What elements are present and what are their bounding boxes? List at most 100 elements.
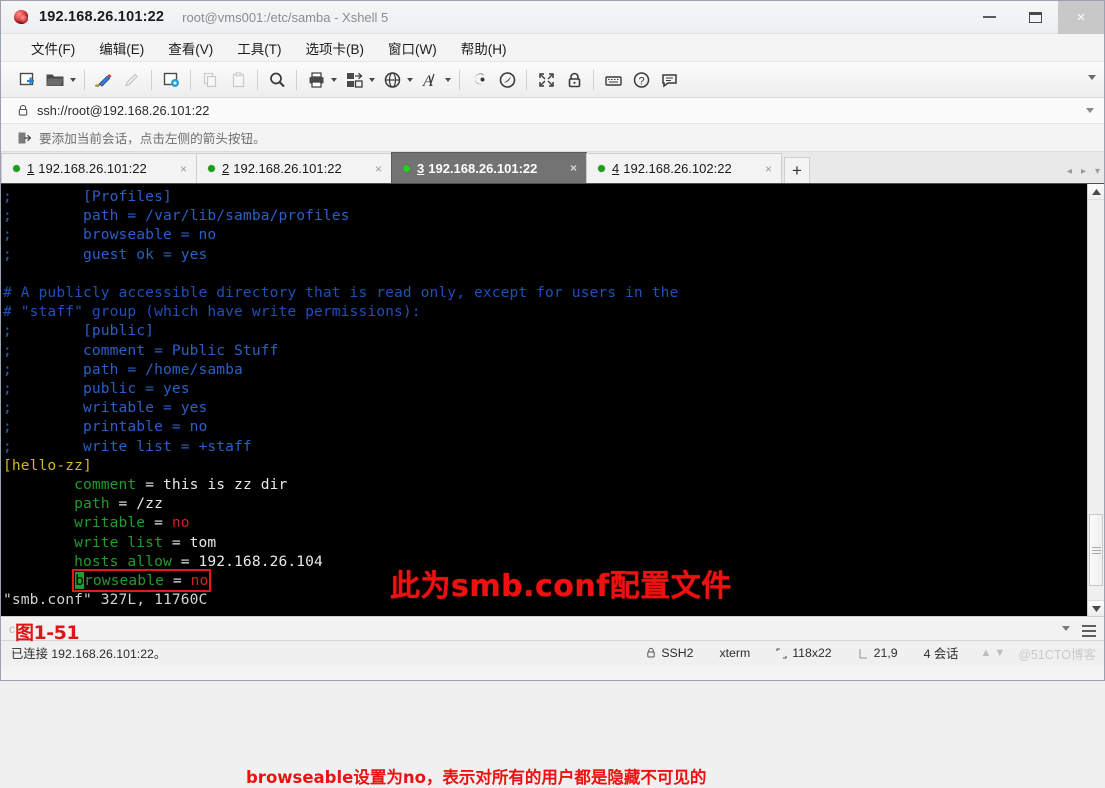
terminal-line: path = /zz [3, 494, 1087, 513]
print-icon[interactable] [303, 67, 329, 93]
tab-close-icon[interactable]: × [166, 162, 187, 176]
compose-icon[interactable] [494, 67, 520, 93]
tab-number: 3 [417, 160, 425, 176]
annotation-title: 此为smb.conf配置文件 [390, 569, 732, 604]
terminal-line: ; write list = +staff [3, 437, 1087, 456]
terminal-text: path = /var/lib/samba/profiles [11, 207, 350, 225]
menu-tools[interactable]: 工具(T) [225, 36, 293, 60]
terminal-scrollbar[interactable] [1087, 184, 1104, 616]
window-title: 192.168.26.101:22 [39, 9, 165, 25]
terminal-line: ; path = /var/lib/samba/profiles [3, 206, 1087, 225]
terminal-text: [public] [11, 322, 155, 340]
terminal-text: = /zz [109, 495, 163, 513]
terminal-text: path [74, 495, 110, 513]
scrollbar-thumb[interactable] [1089, 514, 1103, 586]
status-bar: 已连接 192.168.26.101:22。 SSH2 xterm 118x22 [1, 640, 1104, 665]
tab-list-icon[interactable]: ▾ [1095, 166, 1100, 177]
terminal-line: ; comment = Public Stuff [3, 341, 1087, 360]
terminal-text: public = yes [11, 380, 190, 398]
toolbar-divider [257, 69, 258, 90]
tab-session-4[interactable]: 4 192.168.26.102:22 × [586, 153, 782, 183]
lock-icon [18, 104, 28, 116]
terminal-text: printable = no [11, 418, 208, 436]
highlight-box: browseable = no [72, 569, 212, 593]
svg-text:?: ? [638, 75, 644, 87]
menu-tabs[interactable]: 选项卡(B) [294, 36, 377, 60]
terminal-output[interactable]: ; [Profiles]; path = /var/lib/samba/prof… [1, 184, 1087, 616]
toolbar: A ? [1, 62, 1104, 98]
menu-file[interactable]: 文件(F) [19, 36, 87, 60]
menu-help[interactable]: 帮助(H) [449, 36, 519, 60]
tab-session-3[interactable]: 3 192.168.26.101:22 × [391, 152, 587, 183]
font-icon[interactable]: A [417, 67, 443, 93]
tab-strip: 1 192.168.26.101:22 × 2 192.168.26.101:2… [1, 152, 1104, 184]
globe-dropdown-caret[interactable] [407, 77, 413, 82]
maximize-button[interactable] [1012, 1, 1058, 34]
command-dropdown-caret[interactable] [1062, 626, 1070, 631]
fullscreen-icon[interactable] [533, 67, 559, 93]
command-menu-icon[interactable] [1082, 622, 1096, 640]
menu-edit[interactable]: 编辑(E) [87, 36, 156, 60]
scroll-down-icon[interactable] [1088, 600, 1104, 616]
add-session-icon[interactable] [17, 131, 31, 145]
toolbar-divider [190, 69, 191, 90]
tab-close-icon[interactable]: × [361, 162, 382, 176]
globe-icon[interactable] [379, 67, 405, 93]
address-bar[interactable]: ssh://root@192.168.26.101:22 [1, 98, 1104, 124]
transfer-file-icon[interactable] [341, 67, 367, 93]
menu-view[interactable]: 查看(V) [156, 36, 225, 60]
tab-next-icon[interactable]: ▸ [1081, 166, 1086, 177]
help-icon[interactable]: ? [628, 67, 654, 93]
ssh-tunnel-icon[interactable] [466, 67, 492, 93]
menu-window[interactable]: 窗口(W) [376, 36, 449, 60]
paint-brush-icon[interactable] [91, 67, 117, 93]
address-dropdown-caret[interactable] [1086, 108, 1094, 113]
terminal-text: # A publicly accessible directory that i… [3, 284, 679, 302]
tab-number: 4 [612, 161, 620, 176]
tab-number: 1 [27, 161, 35, 176]
feedback-icon[interactable] [656, 67, 682, 93]
terminal-line: # "staff" group (which have write permis… [3, 302, 1087, 321]
pencil-disabled-icon [119, 67, 145, 93]
terminal-text: ; [3, 418, 12, 436]
tab-session-1[interactable]: 1 192.168.26.101:22 × [1, 153, 197, 183]
terminal-line: ; [Profiles] [3, 187, 1087, 206]
open-folder-icon[interactable] [42, 67, 68, 93]
keyboard-icon[interactable] [600, 67, 626, 93]
terminal-line: ; browseable = no [3, 225, 1087, 244]
status-cursor-cell: 21,9 [858, 646, 898, 660]
hint-text: 要添加当前会话，点击左侧的箭头按钮。 [39, 132, 266, 146]
terminal-line: ; writable = yes [3, 398, 1087, 417]
command-bar[interactable]: c 图1-51 [1, 616, 1104, 644]
transfer-dropdown-caret[interactable] [369, 77, 375, 82]
toolbar-overflow-caret[interactable] [1088, 75, 1096, 80]
terminal-text: = [163, 572, 191, 590]
minimize-button[interactable] [966, 1, 1012, 34]
open-folder-dropdown-caret[interactable] [70, 77, 76, 82]
xshell-app-icon [11, 7, 31, 27]
scrollbar-grip-icon [1091, 545, 1101, 556]
print-dropdown-caret[interactable] [331, 77, 337, 82]
tab-close-icon[interactable]: × [751, 162, 772, 176]
terminal-text: ; [3, 437, 12, 455]
terminal-text: comment = Public Stuff [11, 341, 279, 359]
terminal-cursor: b [75, 572, 84, 590]
tab-prev-icon[interactable]: ◂ [1067, 166, 1072, 177]
copy-disabled-icon [197, 67, 223, 93]
terminal-text: = tom [162, 533, 217, 551]
session-properties-icon[interactable] [158, 67, 184, 93]
tab-session-2[interactable]: 2 192.168.26.101:22 × [196, 153, 392, 183]
new-session-icon[interactable] [14, 67, 40, 93]
terminal-text: writable [74, 514, 146, 532]
font-dropdown-caret[interactable] [445, 77, 451, 82]
close-button[interactable]: × [1058, 0, 1104, 34]
tab-close-icon[interactable]: × [556, 161, 577, 175]
toolbar-divider [296, 69, 297, 90]
title-bar: 192.168.26.101:22 root@vms001:/etc/samba… [1, 0, 1104, 34]
terminal-text: write list = +staff [11, 437, 252, 455]
new-tab-button[interactable]: + [784, 157, 810, 183]
find-icon[interactable] [264, 67, 290, 93]
lock-icon[interactable] [561, 67, 587, 93]
scroll-up-icon[interactable] [1088, 184, 1104, 200]
